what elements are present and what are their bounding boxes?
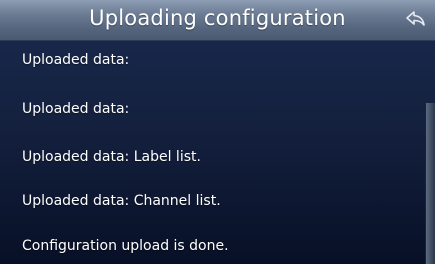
- log-message: Uploaded data:: [22, 101, 130, 117]
- title-bar: Uploading configuration: [0, 0, 435, 41]
- log-message: Configuration upload is done.: [22, 238, 229, 254]
- log-message: Uploaded data:: [22, 52, 130, 68]
- scrollbar[interactable]: [425, 103, 435, 264]
- back-arrow-icon: [406, 11, 425, 26]
- back-button[interactable]: [403, 6, 429, 32]
- log-message: Uploaded data: Channel list.: [22, 193, 221, 209]
- screen: Uploading configuration Uploaded data: U…: [0, 0, 435, 264]
- page-title: Uploading configuration: [89, 6, 346, 30]
- log-message: Uploaded data: Label list.: [22, 149, 201, 165]
